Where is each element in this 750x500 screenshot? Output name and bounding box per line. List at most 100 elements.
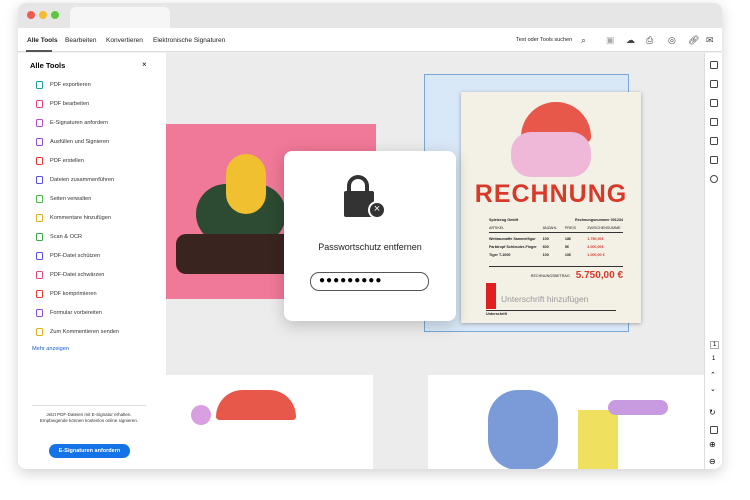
minimize-window-button[interactable] bbox=[39, 11, 47, 19]
col-header: ANZAHL bbox=[542, 226, 558, 230]
save-icon[interactable]: ▣ bbox=[606, 35, 615, 46]
col-header: ARTIKEL bbox=[489, 226, 505, 230]
layers-icon[interactable] bbox=[710, 118, 718, 126]
tool-label: PDF-Datei schützen bbox=[50, 253, 101, 259]
tool-icon bbox=[36, 290, 43, 298]
tool-icon bbox=[36, 309, 43, 317]
tool-label: Kommentare hinzufügen bbox=[50, 215, 111, 221]
total-amount: 5.750,00 € bbox=[575, 270, 623, 281]
show-more-link[interactable]: Mehr anzeigen bbox=[32, 346, 69, 352]
tool-icon bbox=[36, 233, 43, 241]
share-icon[interactable]: ◎ bbox=[668, 35, 676, 46]
protect-icon[interactable] bbox=[710, 156, 718, 164]
rotate-icon[interactable] bbox=[710, 175, 718, 183]
tools-panel: Alle Tools × PDF exportieren PDF bearbeit… bbox=[18, 53, 166, 469]
password-field[interactable]: ●●●●●●●●● bbox=[310, 272, 429, 291]
right-toolbar: 1 1 ⌃ ⌄ ↻ ⊕ ⊖ bbox=[704, 53, 722, 469]
invoice-cell: Weltraumaffe Sammelfigur bbox=[489, 237, 536, 241]
invoice-cell: 5€ bbox=[564, 245, 570, 249]
tool-item[interactable]: Ausfüllen und Signieren bbox=[36, 138, 109, 146]
tool-item[interactable]: PDF komprimieren bbox=[36, 290, 97, 298]
invoice-title: RECHNUNG bbox=[474, 180, 628, 208]
tool-label: Scan & OCR bbox=[50, 234, 83, 240]
adobe-sign-flag-icon bbox=[486, 283, 496, 309]
tool-item[interactable]: Dateien zusammenführen bbox=[36, 176, 114, 184]
invoice-cell: 10€ bbox=[564, 253, 572, 257]
company: Spielzeug GmbH bbox=[489, 218, 519, 222]
menu-bar: Alle Tools Bearbeiten Konvertieren Elekt… bbox=[18, 28, 722, 52]
tab-bearbeiten[interactable]: Bearbeiten bbox=[65, 37, 96, 44]
tool-item[interactable]: PDF-Datei schützen bbox=[36, 252, 100, 260]
browser-tab[interactable] bbox=[70, 7, 170, 28]
pages-icon[interactable] bbox=[710, 99, 718, 107]
file-icon[interactable] bbox=[710, 137, 718, 145]
close-panel-icon[interactable]: × bbox=[142, 60, 147, 69]
add-signature-field[interactable]: Unterschrift hinzufügen bbox=[501, 294, 588, 304]
page-up-icon[interactable]: ⌃ bbox=[710, 371, 716, 379]
tool-label: Seiten verwalten bbox=[50, 196, 92, 202]
title-bar bbox=[18, 3, 722, 28]
invoice-cell: 3.000,00€ bbox=[587, 245, 604, 249]
zoom-out-icon[interactable]: ⊖ bbox=[709, 457, 716, 466]
tool-icon bbox=[36, 252, 43, 260]
tool-item[interactable]: Kommentare hinzufügen bbox=[36, 214, 111, 222]
mail-icon[interactable]: ✉ bbox=[706, 35, 714, 46]
illustration-card bbox=[428, 375, 708, 469]
tool-item[interactable]: PDF bearbeiten bbox=[36, 100, 89, 108]
document-icon[interactable] bbox=[710, 426, 718, 434]
search-icon[interactable]: ⌕ bbox=[581, 35, 586, 46]
signature-label: Unterschrift bbox=[486, 312, 507, 316]
tool-icon bbox=[36, 176, 43, 184]
tab-elektronische-signaturen[interactable]: Elektronische Signaturen bbox=[153, 37, 225, 44]
maximize-window-button[interactable] bbox=[51, 11, 59, 19]
tab-konvertieren[interactable]: Konvertieren bbox=[106, 37, 143, 44]
cloud-icon[interactable]: ☁ bbox=[626, 35, 635, 46]
active-tab-indicator bbox=[26, 50, 52, 52]
invoice-cell: 100 bbox=[542, 253, 549, 257]
total-label: RECHNUNGSBETRAG bbox=[530, 273, 570, 278]
tool-item[interactable]: Scan & OCR bbox=[36, 233, 82, 241]
tool-item[interactable]: Formular vorbereiten bbox=[36, 309, 102, 317]
search-input[interactable]: Text oder Tools suchen bbox=[516, 37, 572, 43]
tool-item[interactable]: Zum Kommentieren senden bbox=[36, 328, 119, 336]
invoice-cell: 100 bbox=[542, 237, 549, 241]
invoice-cell: Farbtropf Schleuder-Finger bbox=[489, 245, 537, 249]
tool-label: PDF-Datei schwärzen bbox=[50, 272, 105, 278]
dialog-title: Passwortschutz entfernen bbox=[318, 242, 422, 252]
invoice-row: Tiger T-1000 100 10€ 1.000,00 € bbox=[489, 253, 623, 257]
zoom-in-icon[interactable]: ⊕ bbox=[709, 440, 716, 449]
comment-icon[interactable] bbox=[710, 61, 718, 69]
page-down-icon[interactable]: ⌄ bbox=[710, 385, 716, 393]
invoice-cell: 1.750,00€ bbox=[587, 237, 604, 241]
tab-alle-tools[interactable]: Alle Tools bbox=[27, 37, 58, 44]
tool-item[interactable]: PDF erstellen bbox=[36, 157, 84, 165]
export-icon[interactable] bbox=[710, 80, 718, 88]
tool-icon bbox=[36, 328, 43, 336]
link-icon[interactable]: 🔗︎ bbox=[688, 35, 699, 46]
tool-item[interactable]: PDF-Datei schwärzen bbox=[36, 271, 104, 279]
tool-label: PDF komprimieren bbox=[50, 291, 97, 297]
tool-icon bbox=[36, 214, 43, 222]
close-window-button[interactable] bbox=[27, 11, 35, 19]
invoice-cell: 600 bbox=[542, 245, 549, 249]
tool-item[interactable]: E-Signaturen anfordern bbox=[36, 119, 108, 127]
refresh-icon[interactable]: ↻ bbox=[709, 408, 716, 417]
tool-icon bbox=[36, 195, 43, 203]
tool-icon bbox=[36, 157, 43, 165]
request-esignatures-button[interactable]: E-Signaturen anfordern bbox=[49, 444, 130, 458]
tool-label: E-Signaturen anfordern bbox=[50, 120, 109, 126]
invoice-cell: 1.000,00 € bbox=[587, 253, 605, 257]
col-header: ZWISCHENSUMME bbox=[587, 226, 621, 230]
page-total: 1 bbox=[712, 356, 716, 362]
col-header: PREIS bbox=[564, 226, 576, 230]
promo-text: Jetzt PDF-Dateien mit E-Signatur erhalte… bbox=[32, 405, 146, 425]
tool-icon bbox=[36, 138, 43, 146]
tool-item[interactable]: PDF exportieren bbox=[36, 81, 91, 89]
remove-password-dialog: × Passwortschutz entfernen ●●●●●●●●● bbox=[284, 151, 456, 321]
invoice-cell: 18€ bbox=[564, 237, 572, 241]
print-icon[interactable]: ⎙ bbox=[646, 35, 653, 46]
page-number-input[interactable]: 1 bbox=[710, 341, 720, 349]
tool-item[interactable]: Seiten verwalten bbox=[36, 195, 91, 203]
app-window: Alle Tools Bearbeiten Konvertieren Elekt… bbox=[18, 3, 722, 469]
invoice-row: Weltraumaffe Sammelfigur 100 18€ 1.750,00€ bbox=[489, 237, 623, 241]
